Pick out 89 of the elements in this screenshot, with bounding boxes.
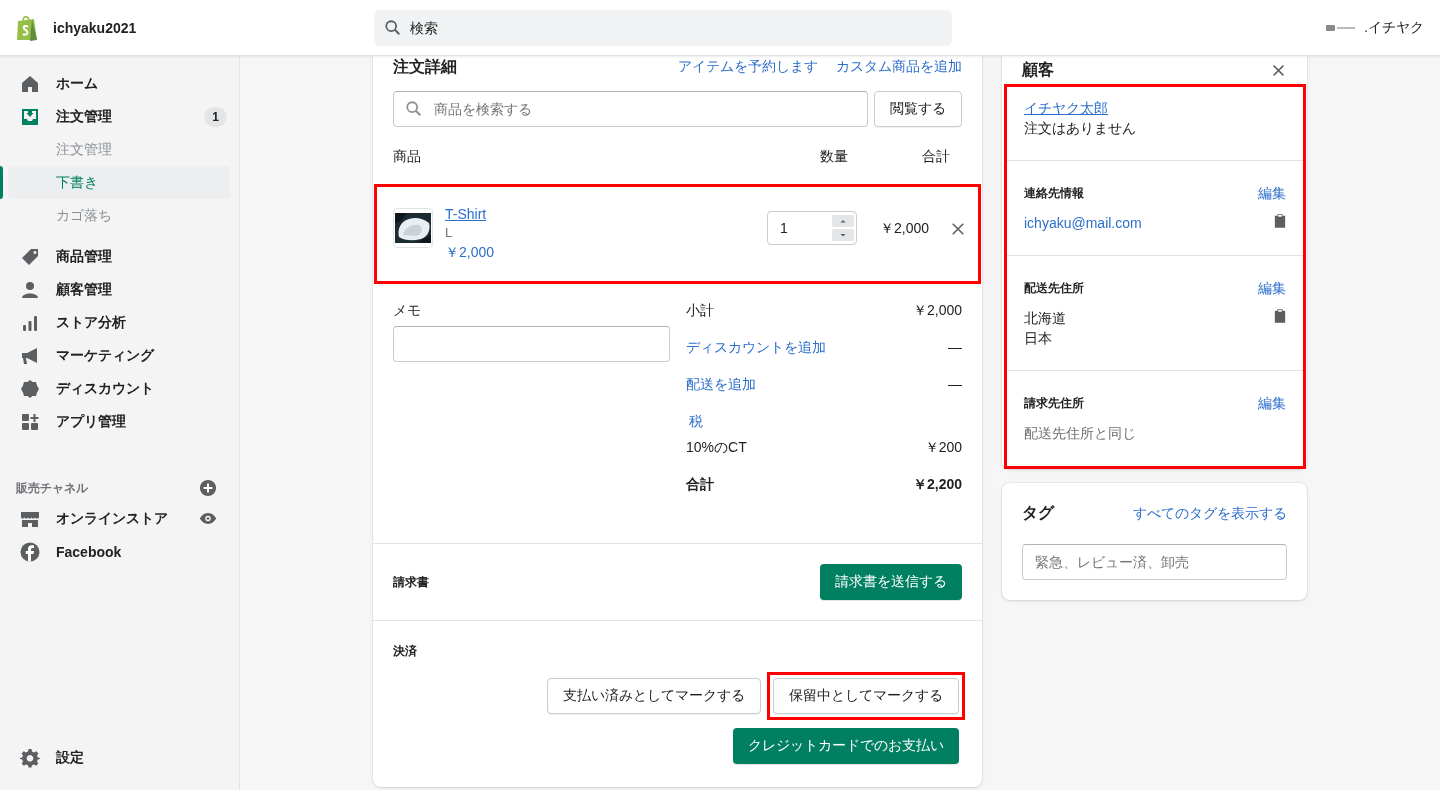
account-name[interactable]: .イチヤク xyxy=(1364,18,1424,37)
close-icon[interactable] xyxy=(1272,63,1285,77)
close-icon[interactable] xyxy=(951,222,965,236)
search-field[interactable]: 検索 xyxy=(374,9,952,46)
summary-value: — xyxy=(948,376,962,394)
nav-item[interactable]: ホーム xyxy=(0,67,239,100)
shopping-bag-logo-icon xyxy=(15,13,39,42)
store-name: ichyaku2021 xyxy=(53,19,137,36)
address-text: 配送先住所と同じ xyxy=(1024,424,1136,443)
summary-link[interactable]: 配送を追加 xyxy=(686,376,756,413)
orders-icon xyxy=(20,106,40,127)
nav-item[interactable]: マーケティング xyxy=(0,339,239,372)
view-tags-link[interactable]: すべてのタグを表示する xyxy=(1133,504,1287,523)
section-heading: 請求書 xyxy=(393,573,429,591)
send-invoice-button[interactable]: 請求書を送信する xyxy=(820,564,962,600)
action-link[interactable]: アイテムを予約します xyxy=(678,58,818,76)
home-icon xyxy=(20,73,40,94)
address-text: 日本 xyxy=(1024,329,1053,348)
edit-link[interactable]: 編集 xyxy=(1258,183,1286,203)
browse-button[interactable]: 閲覧する xyxy=(874,91,962,127)
email-link[interactable]: ichyaku@mail.com xyxy=(1024,213,1142,233)
summary-value: ￥2,200 xyxy=(912,476,962,494)
nav-item[interactable]: アプリ管理 xyxy=(0,405,239,438)
summary-link[interactable]: ディスカウントを追加 xyxy=(686,339,826,376)
unit-price: ￥2,000 xyxy=(445,243,496,262)
selection-indicator xyxy=(0,166,3,199)
column-header: 商品 xyxy=(393,148,422,166)
nav-item[interactable]: Facebook xyxy=(0,535,239,568)
summary-label: 小計 xyxy=(686,302,714,320)
card-title: タグ xyxy=(1022,503,1054,523)
product-search-field[interactable]: 商品を検索する xyxy=(393,91,868,127)
section-heading: 決済 xyxy=(393,644,417,658)
summary-value: ￥2,000 xyxy=(912,302,962,320)
action-link[interactable]: カスタム商品を追加 xyxy=(836,58,962,76)
tag-icon xyxy=(20,246,40,267)
summary-label: 合計 xyxy=(686,476,714,494)
nav-item[interactable]: ストア分析 xyxy=(0,306,239,339)
nav-item[interactable]: オンラインストア xyxy=(0,502,239,535)
settings-icon xyxy=(20,747,40,768)
line-total: ￥2,000 xyxy=(879,220,929,238)
discount-icon xyxy=(20,378,40,399)
note-field[interactable] xyxy=(393,326,670,362)
nav-item[interactable]: 注文管理 1 xyxy=(0,100,239,133)
payment-button[interactable]: クレジットカードでのお支払い xyxy=(733,728,959,764)
summary-label: 10%のCT xyxy=(686,439,747,457)
decrement-icon[interactable] xyxy=(832,229,854,241)
card-title: 顧客 xyxy=(1022,59,1054,80)
clipboard-icon[interactable] xyxy=(1274,308,1286,324)
payment-button[interactable]: 支払い済みとしてマークする xyxy=(547,678,761,714)
facebook-icon xyxy=(20,541,40,562)
megaphone-icon xyxy=(20,345,40,366)
note-label: メモ xyxy=(393,302,422,320)
nav-subitem[interactable]: 注文管理 xyxy=(8,133,230,166)
card-title: 注文詳細 xyxy=(393,56,457,77)
nav-item[interactable]: 顧客管理 xyxy=(0,273,239,306)
summary-link[interactable]: 税 xyxy=(689,413,703,439)
product-link[interactable]: T-Shirt xyxy=(445,204,767,224)
section-heading: 配送先住所 xyxy=(1024,280,1084,297)
eye-icon[interactable] xyxy=(199,512,217,525)
variant-text: L xyxy=(445,224,454,242)
clipboard-icon[interactable] xyxy=(1274,213,1286,229)
customer-name-link[interactable]: イチヤク太郎 xyxy=(1024,98,1286,118)
product-thumbnail[interactable] xyxy=(393,208,433,248)
column-header: 合計 xyxy=(921,148,950,166)
nav-item[interactable]: ディスカウント xyxy=(0,372,239,405)
summary-value: ￥200 xyxy=(924,439,962,457)
tags-field[interactable]: 緊急、レビュー済、卸売 xyxy=(1022,544,1287,580)
quantity-field[interactable]: 1 xyxy=(767,211,857,245)
store-logo-icon xyxy=(1326,23,1357,32)
nav-item[interactable]: 商品管理 xyxy=(0,240,239,273)
summary-value: — xyxy=(948,339,962,357)
nav-subitem[interactable]: カゴ落ち xyxy=(8,199,230,232)
edit-link[interactable]: 編集 xyxy=(1258,393,1286,413)
section-heading: 連絡先情報 xyxy=(1024,185,1084,202)
edit-link[interactable]: 編集 xyxy=(1258,278,1286,298)
orders-text: 注文はありません xyxy=(1024,119,1137,138)
apps-icon xyxy=(20,411,40,432)
search-icon xyxy=(405,100,423,118)
search-icon xyxy=(384,18,402,37)
settings-item[interactable]: 設定 xyxy=(0,741,239,774)
person-icon xyxy=(20,279,40,300)
section-heading: 販売チャネル xyxy=(16,479,88,497)
add-icon[interactable] xyxy=(199,479,217,497)
column-header: 数量 xyxy=(820,148,849,166)
count-badge: 1 xyxy=(204,106,227,127)
section-heading: 請求先住所 xyxy=(1024,395,1084,412)
address-text: 北海道 xyxy=(1024,309,1066,328)
payment-button[interactable]: 保留中としてマークする xyxy=(773,678,959,714)
nav-subitem[interactable]: 下書き xyxy=(8,166,230,199)
